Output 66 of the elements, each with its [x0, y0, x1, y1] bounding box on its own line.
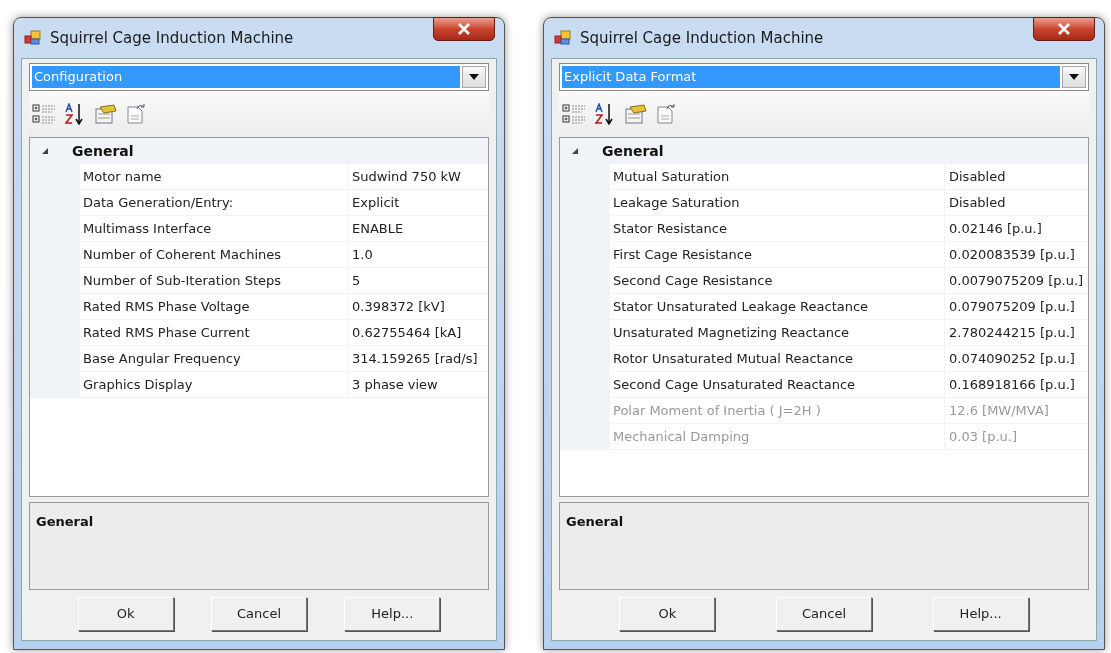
property-value[interactable]: 0.02146 [p.u.]: [945, 216, 1088, 242]
property-pages-icon[interactable]: [624, 103, 648, 125]
document-icon[interactable]: [656, 103, 676, 125]
property-name[interactable]: Stator Resistance: [610, 216, 945, 242]
description-title: General: [566, 514, 624, 529]
close-button[interactable]: [433, 17, 495, 41]
property-value[interactable]: Explicit: [348, 190, 488, 216]
property-value[interactable]: 0.62755464 [kA]: [348, 320, 488, 346]
category-header[interactable]: General: [602, 140, 664, 162]
categorized-icon[interactable]: [32, 103, 56, 125]
property-name[interactable]: Rated RMS Phase Voltage: [80, 294, 348, 320]
property-name[interactable]: First Cage Resistance: [610, 242, 945, 268]
property-value[interactable]: 0.0079075209 [p.u.]: [945, 268, 1088, 294]
dialog-button[interactable]: Cancel: [776, 597, 872, 631]
property-pages-icon[interactable]: [94, 103, 118, 125]
property-value[interactable]: 1.0: [348, 242, 488, 268]
document-icon[interactable]: [126, 103, 146, 125]
collapse-icon[interactable]: [571, 147, 579, 155]
caret-icon: [469, 74, 479, 80]
property-name[interactable]: Second Cage Unsaturated Reactance: [610, 372, 945, 398]
dialog-button[interactable]: Help...: [932, 597, 1029, 631]
property-name[interactable]: Motor name: [80, 164, 348, 190]
property-name[interactable]: Graphics Display: [80, 372, 348, 398]
property-name[interactable]: Leakage Saturation: [610, 190, 945, 216]
collapse-icon[interactable]: [41, 147, 49, 155]
caret-icon: [1069, 74, 1079, 80]
window-title: Squirrel Cage Induction Machine: [50, 27, 294, 49]
property-value[interactable]: 0.168918166 [p.u.]: [945, 372, 1088, 398]
description-title: General: [36, 514, 94, 529]
property-value[interactable]: ENABLE: [348, 216, 488, 242]
property-name[interactable]: Number of Coherent Machines: [80, 242, 348, 268]
categorized-icon[interactable]: [562, 103, 586, 125]
property-name[interactable]: Unsaturated Magnetizing Reactance: [610, 320, 945, 346]
property-name[interactable]: Multimass Interface: [80, 216, 348, 242]
dialog-button[interactable]: Help...: [344, 597, 441, 631]
property-value[interactable]: 0.020083539 [p.u.]: [945, 242, 1088, 268]
window-title: Squirrel Cage Induction Machine: [580, 27, 824, 49]
category-header[interactable]: General: [72, 140, 134, 162]
property-name[interactable]: Base Angular Frequency: [80, 346, 348, 372]
property-name[interactable]: Number of Sub-Iteration Steps: [80, 268, 348, 294]
property-value[interactable]: Disabled: [945, 190, 1088, 216]
app-icon: [554, 30, 572, 46]
property-value[interactable]: 0.074090252 [p.u.]: [945, 346, 1088, 372]
property-name[interactable]: Second Cage Resistance: [610, 268, 945, 294]
property-name[interactable]: Data Generation/Entry:: [80, 190, 348, 216]
close-icon: [1057, 23, 1071, 35]
close-button[interactable]: [1033, 17, 1095, 41]
close-icon: [457, 23, 471, 35]
property-value[interactable]: 0.398372 [kV]: [348, 294, 488, 320]
dialog-button[interactable]: Ok: [77, 597, 174, 631]
app-icon: [24, 30, 42, 46]
dialog-button[interactable]: Ok: [619, 597, 716, 631]
property-value[interactable]: Disabled: [945, 164, 1088, 190]
property-value[interactable]: 2.780244215 [p.u.]: [945, 320, 1088, 346]
property-value[interactable]: 5: [348, 268, 488, 294]
property-name[interactable]: Rotor Unsaturated Mutual Reactance: [610, 346, 945, 372]
property-name[interactable]: Rated RMS Phase Current: [80, 320, 348, 346]
property-value[interactable]: 0.079075209 [p.u.]: [945, 294, 1088, 320]
property-name[interactable]: Mutual Saturation: [610, 164, 945, 190]
dialog-button[interactable]: Cancel: [211, 597, 307, 631]
property-value[interactable]: Sudwind 750 kW: [348, 164, 488, 190]
property-name[interactable]: Stator Unsaturated Leakage Reactance: [610, 294, 945, 320]
sort-alphabetical-icon[interactable]: [64, 103, 86, 125]
sort-alphabetical-icon[interactable]: [594, 103, 616, 125]
property-value[interactable]: 314.159265 [rad/s]: [348, 346, 488, 372]
property-value[interactable]: 3 phase view: [348, 372, 488, 398]
